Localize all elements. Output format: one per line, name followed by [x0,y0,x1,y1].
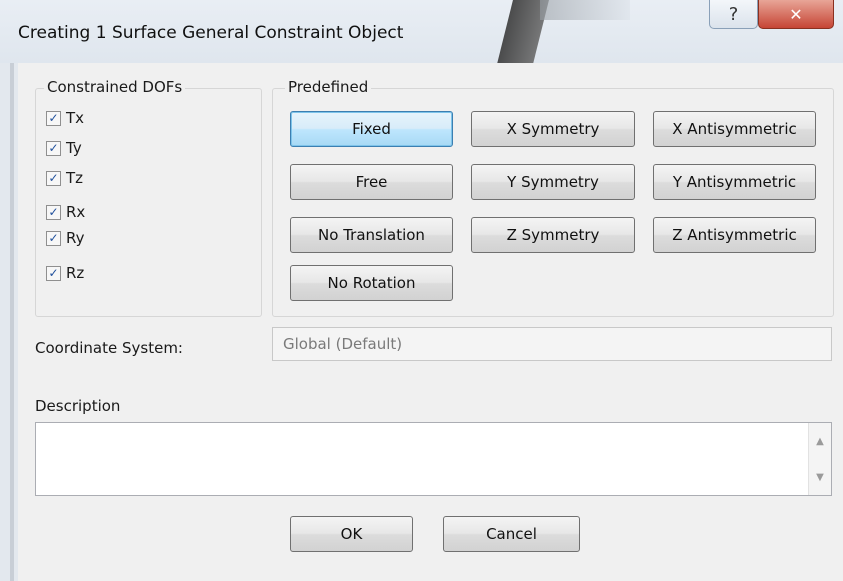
checkbox-rx[interactable]: ✓ Rx [46,203,85,221]
scroll-down-icon[interactable]: ▼ [809,467,831,487]
checkmark-icon[interactable]: ✓ [46,265,61,281]
window-title: Creating 1 Surface General Constraint Ob… [18,23,404,43]
y-symmetry-button[interactable]: Y Symmetry [471,164,635,200]
no-translation-button[interactable]: No Translation [290,217,453,253]
x-antisymmetric-button[interactable]: X Antisymmetric [653,111,816,147]
coordinate-system-field: Global (Default) [272,327,832,361]
checkbox-label: Rz [66,264,85,282]
coordinate-system-label: Coordinate System: [35,339,183,357]
checkbox-label: Rx [66,203,86,221]
coordinate-system-value: Global (Default) [283,335,403,353]
scroll-up-icon[interactable]: ▲ [809,431,831,451]
checkbox-rz[interactable]: ✓ Rz [46,264,84,282]
description-scrollbar[interactable]: ▲ ▼ [808,423,831,495]
checkbox-ry[interactable]: ✓ Ry [46,229,84,247]
checkmark-icon[interactable]: ✓ [46,230,61,246]
checkmark-icon[interactable]: ✓ [46,140,61,156]
checkbox-label: Ry [66,229,85,247]
close-button[interactable]: ✕ [758,0,834,29]
constrained-dofs-legend: Constrained DOFs [44,78,186,96]
help-icon: ? [728,3,739,25]
description-textarea[interactable]: ▲ ▼ [35,422,832,496]
checkbox-ty[interactable]: ✓ Ty [46,139,82,157]
constrained-dofs-group: Constrained DOFs ✓ Tx ✓ Ty ✓ Tz ✓ Rx ✓ Ry ✓ Rz [35,78,262,317]
checkmark-icon[interactable]: ✓ [46,204,61,220]
checkbox-label: Tx [66,109,85,127]
checkbox-label: Ty [66,139,82,157]
no-rotation-button[interactable]: No Rotation [290,265,453,301]
x-symmetry-button[interactable]: X Symmetry [471,111,635,147]
fixed-button[interactable]: Fixed [290,111,453,147]
free-button[interactable]: Free [290,164,453,200]
checkbox-label: Tz [66,169,84,187]
title-bar: Creating 1 Surface General Constraint Ob… [0,0,843,70]
close-icon: ✕ [789,4,803,24]
background-window-edge [540,0,630,20]
checkmark-icon[interactable]: ✓ [46,170,61,186]
background-window-edge [0,63,18,581]
predefined-legend: Predefined [285,78,372,96]
ok-button[interactable]: OK [290,516,413,552]
help-button[interactable]: ? [709,0,758,29]
y-antisymmetric-button[interactable]: Y Antisymmetric [653,164,816,200]
z-symmetry-button[interactable]: Z Symmetry [471,217,635,253]
checkmark-icon[interactable]: ✓ [46,110,61,126]
z-antisymmetric-button[interactable]: Z Antisymmetric [653,217,816,253]
description-label: Description [35,397,121,415]
checkbox-tz[interactable]: ✓ Tz [46,169,83,187]
checkbox-tx[interactable]: ✓ Tx [46,109,84,127]
cancel-button[interactable]: Cancel [443,516,580,552]
